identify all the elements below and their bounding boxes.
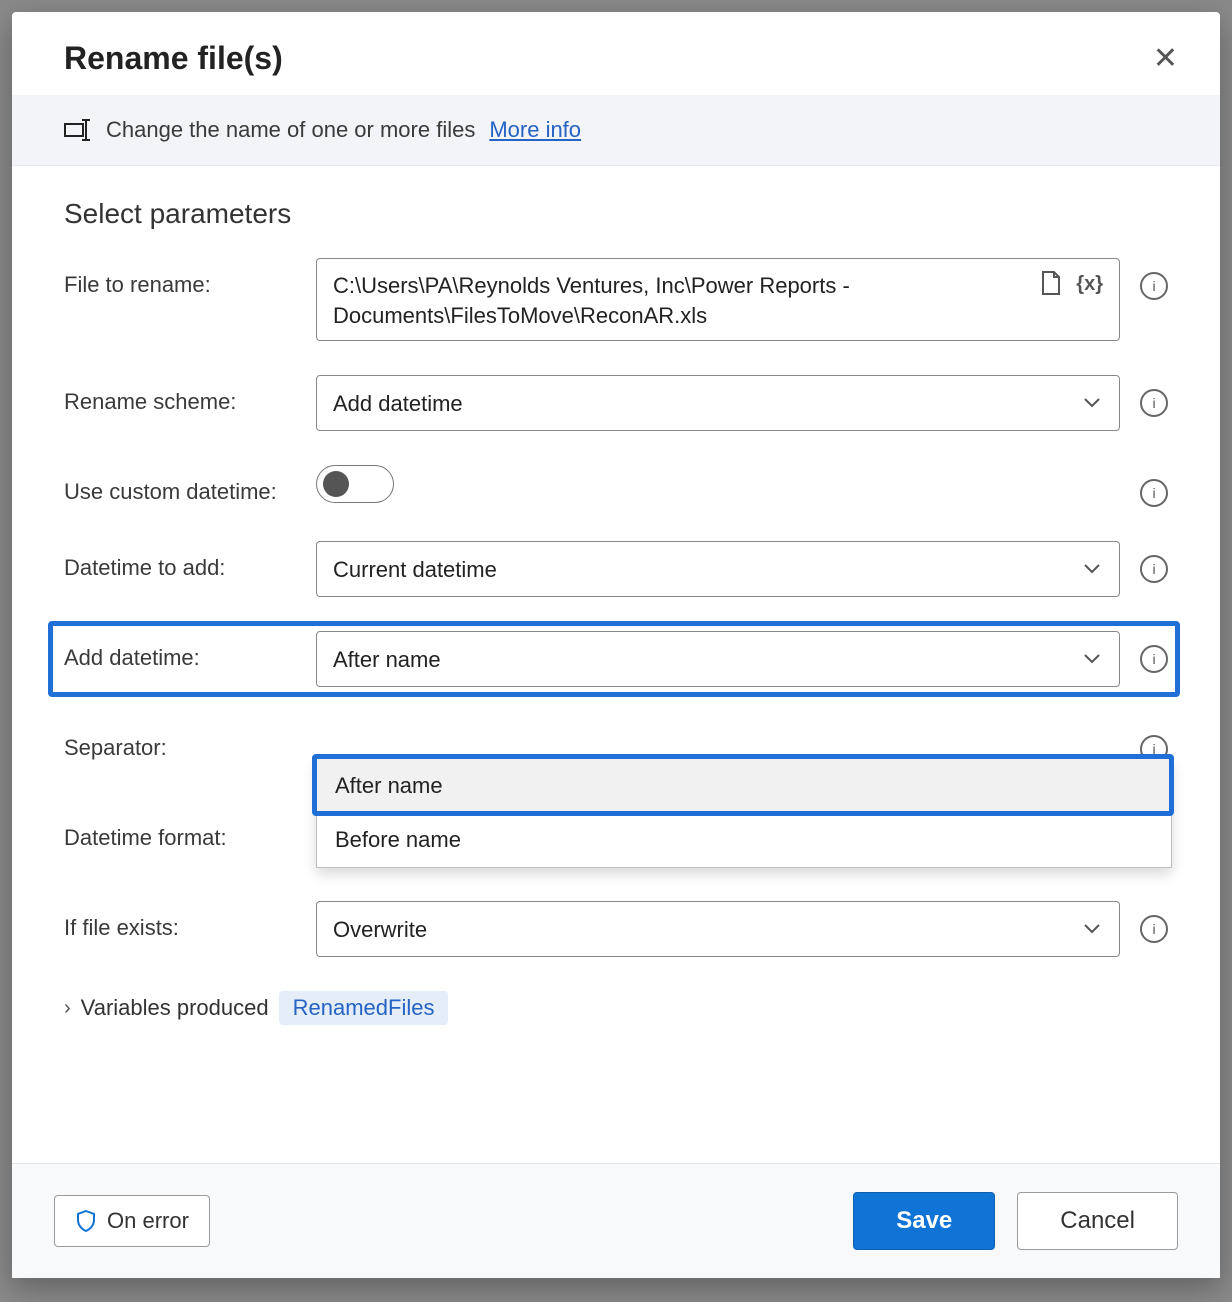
dialog-header: Rename file(s) ✕ (12, 12, 1220, 95)
chevron-down-icon (1081, 558, 1103, 580)
if-file-exists-value: Overwrite (333, 915, 1073, 945)
on-error-label: On error (107, 1208, 189, 1234)
info-icon[interactable]: i (1140, 389, 1168, 417)
rename-scheme-select[interactable]: Add datetime (316, 375, 1120, 431)
info-icon[interactable]: i (1140, 915, 1168, 943)
footer-right-buttons: Save Cancel (853, 1192, 1178, 1250)
rename-icon (64, 119, 92, 141)
add-datetime-select[interactable]: After name (316, 631, 1120, 687)
row-if-file-exists: If file exists: Overwrite i (64, 901, 1168, 957)
chevron-down-icon (1081, 918, 1103, 940)
section-title: Select parameters (64, 198, 1168, 230)
add-datetime-value: After name (333, 645, 1073, 675)
info-icon[interactable]: i (1140, 479, 1168, 507)
row-rename-scheme: Rename scheme: Add datetime i (64, 375, 1168, 431)
row-use-custom-datetime: Use custom datetime: i (64, 465, 1168, 507)
datetime-to-add-value: Current datetime (333, 555, 1073, 585)
label-datetime-format: Datetime format: (64, 811, 316, 851)
variables-produced-row[interactable]: › Variables produced RenamedFiles (64, 991, 1168, 1025)
label-separator: Separator: (64, 721, 316, 761)
chevron-down-icon (1081, 648, 1103, 670)
toggle-knob (323, 471, 349, 497)
rename-scheme-value: Add datetime (333, 389, 1073, 419)
info-icon[interactable]: i (1140, 272, 1168, 300)
dialog-footer: On error Save Cancel (12, 1163, 1220, 1278)
if-file-exists-select[interactable]: Overwrite (316, 901, 1120, 957)
row-datetime-to-add: Datetime to add: Current datetime i (64, 541, 1168, 597)
rename-files-dialog: Rename file(s) ✕ Change the name of one … (12, 12, 1220, 1278)
label-if-file-exists: If file exists: (64, 901, 316, 941)
label-rename-scheme: Rename scheme: (64, 375, 316, 415)
file-picker-icon[interactable] (1040, 271, 1062, 297)
description-bar: Change the name of one or more files Mor… (12, 95, 1220, 166)
label-file-to-rename: File to rename: (64, 258, 316, 298)
on-error-button[interactable]: On error (54, 1195, 210, 1247)
chevron-down-icon (1081, 392, 1103, 414)
add-datetime-dropdown: After name Before name (316, 758, 1172, 868)
description-text: Change the name of one or more files (106, 117, 475, 143)
close-icon[interactable]: ✕ (1153, 44, 1178, 74)
variable-chip[interactable]: RenamedFiles (279, 991, 449, 1025)
info-icon[interactable]: i (1140, 555, 1168, 583)
use-custom-datetime-toggle[interactable] (316, 465, 394, 503)
label-use-custom-datetime: Use custom datetime: (64, 465, 316, 505)
label-datetime-to-add: Datetime to add: (64, 541, 316, 581)
dropdown-option-before-name[interactable]: Before name (317, 813, 1171, 867)
dialog-title: Rename file(s) (64, 40, 283, 77)
more-info-link[interactable]: More info (489, 117, 581, 143)
chevron-right-icon: › (64, 997, 71, 1020)
label-add-datetime: Add datetime: (64, 631, 316, 671)
row-add-datetime: Add datetime: After name i (64, 631, 1168, 687)
file-to-rename-input[interactable]: C:\Users\PA\Reynolds Ventures, Inc\Power… (316, 258, 1120, 341)
variable-picker-icon[interactable]: {x} (1076, 273, 1103, 296)
info-icon[interactable]: i (1140, 645, 1168, 673)
file-path-value: C:\Users\PA\Reynolds Ventures, Inc\Power… (333, 271, 1032, 330)
save-button[interactable]: Save (853, 1192, 995, 1250)
variables-produced-label: Variables produced (81, 995, 269, 1021)
datetime-to-add-select[interactable]: Current datetime (316, 541, 1120, 597)
row-file-to-rename: File to rename: C:\Users\PA\Reynolds Ven… (64, 258, 1168, 341)
shield-icon (75, 1210, 97, 1232)
dropdown-option-after-name[interactable]: After name (317, 759, 1171, 813)
parameters-section: Select parameters File to rename: C:\Use… (12, 166, 1220, 1163)
cancel-button[interactable]: Cancel (1017, 1192, 1178, 1250)
